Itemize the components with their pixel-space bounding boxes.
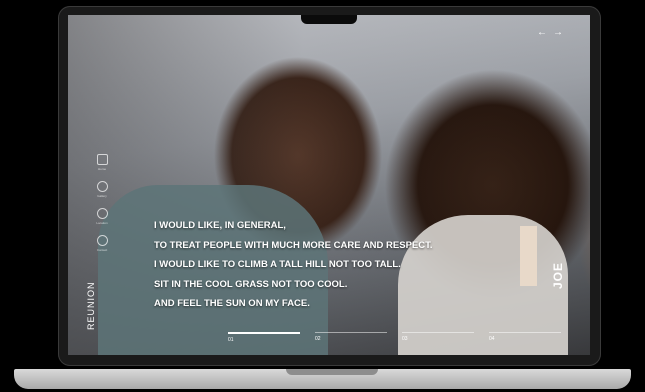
slide-number: 01 <box>228 337 234 343</box>
quote-line: AND FEEL THE SUN ON MY FACE. <box>154 298 310 309</box>
name-accent-bar <box>520 226 537 286</box>
quote-line: I WOULD LIKE, IN GENERAL, <box>154 220 286 231</box>
side-nav: Home Gallery Location Contact <box>92 154 112 262</box>
sidebar-item-gallery[interactable]: Gallery <box>92 181 112 198</box>
prev-arrow-icon[interactable]: ← <box>537 27 553 38</box>
sidebar-item-home[interactable]: Home <box>92 154 112 171</box>
quote-line: I WOULD LIKE TO CLIMB A TALL HILL NOT TO… <box>154 259 401 270</box>
sidebar-item-label: Contact <box>96 248 108 252</box>
slide-tab-01[interactable]: 01 <box>228 332 300 343</box>
person-name: JOE <box>551 261 565 289</box>
slide-number: 04 <box>489 336 495 342</box>
laptop-base-notch <box>286 369 378 375</box>
sidebar-item-location[interactable]: Location <box>92 208 112 225</box>
sidebar-item-label: Location <box>96 221 108 225</box>
slide-progress-line <box>402 332 474 333</box>
sidebar-item-label: Home <box>97 167 106 171</box>
slide-indicators: 01 02 03 04 <box>228 332 561 346</box>
quote-text: I WOULD LIKE, IN GENERAL, TO TREAT PEOPL… <box>154 216 433 314</box>
slide-progress-line <box>228 332 300 334</box>
slide-progress-line <box>489 332 561 333</box>
slide-arrows: ←→ <box>537 27 569 38</box>
slide-tab-03[interactable]: 03 <box>402 332 474 342</box>
hand-icon <box>96 235 108 246</box>
sidebar-item-contact[interactable]: Contact <box>92 235 112 252</box>
slide-tab-02[interactable]: 02 <box>315 332 387 342</box>
brand-logo[interactable]: REUNION <box>86 281 96 330</box>
quote-line: TO TREAT PEOPLE WITH MUCH MORE CARE AND … <box>154 239 433 251</box>
slide-number: 02 <box>315 336 321 342</box>
camera-notch <box>301 15 357 24</box>
next-arrow-icon[interactable]: → <box>553 27 569 38</box>
pin-icon <box>96 208 108 219</box>
slide-number: 03 <box>402 336 408 342</box>
slide-tab-04[interactable]: 04 <box>489 332 561 342</box>
slide-progress-line <box>315 332 387 333</box>
circle-icon <box>96 181 108 192</box>
quote-line: SIT IN THE COOL GRASS NOT TOO COOL. <box>154 278 348 290</box>
sidebar-item-label: Gallery <box>97 194 107 198</box>
image-icon <box>96 154 108 165</box>
